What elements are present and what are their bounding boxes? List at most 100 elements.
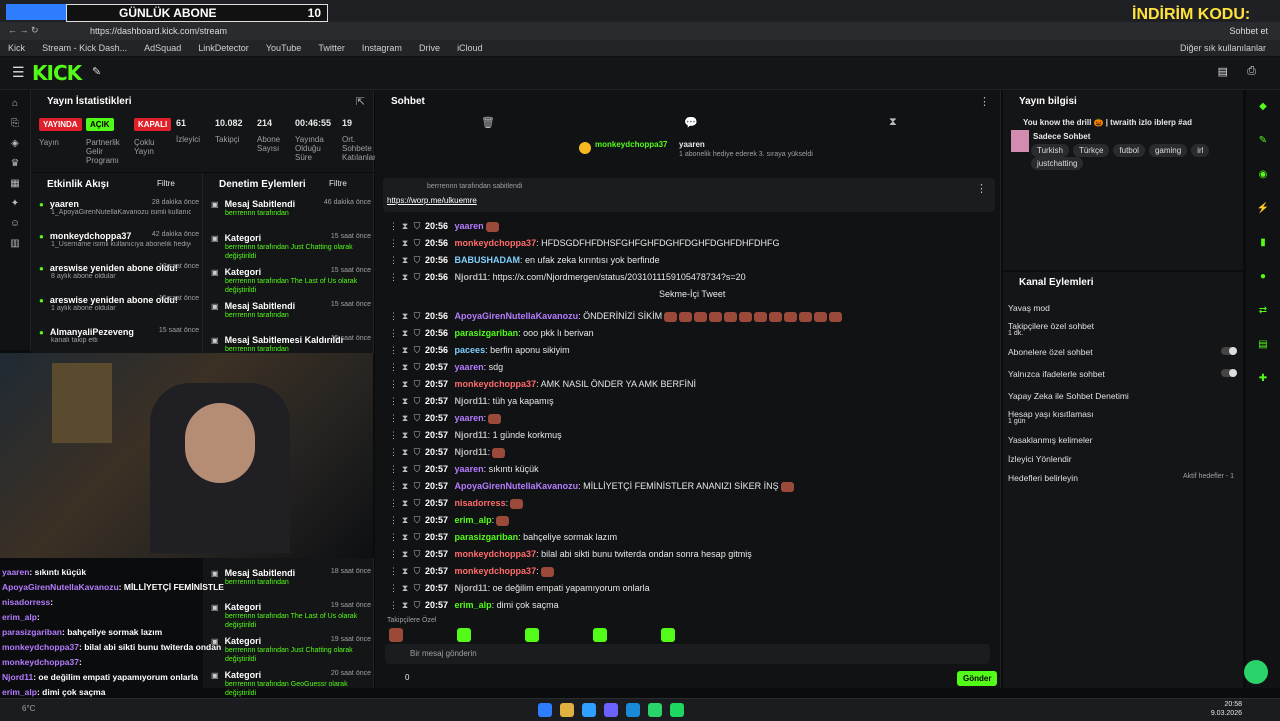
- message-user[interactable]: yaaren: [455, 464, 484, 474]
- chat-message[interactable]: ⋮ ⧗ ⛉ 20:57 yaaren:: [389, 410, 999, 427]
- message-user[interactable]: yaaren: [455, 413, 484, 423]
- pin-action-icon[interactable]: ⋮: [389, 427, 398, 444]
- moderation-filter[interactable]: Filtre: [329, 179, 347, 188]
- pin-action-icon[interactable]: ⋮: [389, 252, 398, 269]
- message-user[interactable]: Njord11: [455, 396, 488, 406]
- chat-message[interactable]: ⋮ ⧗ ⛉ 20:56 monkeydchoppa37: HFDSGDFHFDHSFG…: [389, 235, 999, 252]
- bookmark-linkdetector[interactable]: LinkDetector: [198, 40, 249, 56]
- profile-button[interactable]: Sohbet et: [1229, 26, 1268, 36]
- message-user[interactable]: ApoyaGirenNutellaKavanozu: [455, 311, 579, 321]
- pin-action-icon[interactable]: ⋮: [389, 410, 398, 427]
- rail-r-2-icon[interactable]: ✎: [1246, 124, 1280, 158]
- tag-chip[interactable]: irl: [1191, 144, 1210, 157]
- bookmark-twitter[interactable]: Twitter: [318, 40, 345, 56]
- tag-chip[interactable]: gaming: [1148, 144, 1188, 157]
- chat-more-icon[interactable]: ⋮: [979, 95, 990, 108]
- timeout-icon[interactable]: ⧗: [401, 376, 409, 393]
- timeout-icon[interactable]: ⧗: [401, 235, 409, 252]
- message-user[interactable]: ApoyaGirenNutellaKavanozu: [455, 481, 579, 491]
- pin-action-icon[interactable]: ⋮: [389, 546, 398, 563]
- message-user[interactable]: Njord11: [455, 583, 488, 593]
- timeout-icon[interactable]: ⧗: [401, 444, 409, 461]
- timeout-icon[interactable]: ⧗: [401, 427, 409, 444]
- rail-r-1-icon[interactable]: ◆: [1246, 90, 1280, 124]
- rail-users-icon[interactable]: ☺: [0, 214, 30, 234]
- timeout-icon[interactable]: ⧗: [401, 325, 409, 342]
- pinned-link[interactable]: https://worp.me/ulkuemre: [387, 196, 477, 205]
- chat-message[interactable]: ⋮ ⧗ ⛉ 20:56 yaaren: [389, 218, 999, 235]
- chat-message[interactable]: ⋮ ⧗ ⛉ 20:57 parasizgariban: bahçeliye sorma…: [389, 529, 999, 546]
- bookmark-drive[interactable]: Drive: [419, 40, 440, 56]
- timeout-icon[interactable]: ⧗: [401, 410, 409, 427]
- chat-message[interactable]: ⋮ ⧗ ⛉ 20:57 Njord11:: [389, 444, 999, 461]
- tag-chip[interactable]: futbol: [1113, 144, 1145, 157]
- pin-action-icon[interactable]: ⋮: [389, 512, 398, 529]
- menu-icon[interactable]: ☰: [12, 64, 25, 81]
- pin-action-icon[interactable]: ⋮: [389, 218, 398, 235]
- activity-filter[interactable]: Filtre: [157, 179, 175, 188]
- message-user[interactable]: BABUSHADAM: [455, 255, 521, 265]
- timeout-icon[interactable]: ⧗: [401, 529, 409, 546]
- chat-message[interactable]: ⋮ ⧗ ⛉ 20:56 Njord11: https://x.com/Njordmer…: [389, 269, 999, 286]
- timeout-icon[interactable]: ⧗: [401, 580, 409, 597]
- tools-icon[interactable]: ✎: [92, 65, 101, 78]
- bookmark-adsquad[interactable]: AdSquad: [144, 40, 181, 56]
- chat-message[interactable]: ⋮ ⧗ ⛉ 20:57 monkeydchoppa37: bilal abi sikt…: [389, 546, 999, 563]
- pin-action-icon[interactable]: ⋮: [389, 478, 398, 495]
- bookmark-icloud[interactable]: iCloud: [457, 40, 483, 56]
- rail-r-7-icon[interactable]: ⇄: [1246, 294, 1280, 328]
- pin-action-icon[interactable]: ⋮: [389, 563, 398, 580]
- emote-3[interactable]: [525, 628, 539, 642]
- chat-input[interactable]: Bir mesaj gönderin: [385, 644, 990, 664]
- pin-action-icon[interactable]: ⋮: [389, 359, 398, 376]
- layout-icon[interactable]: ▤: [1218, 65, 1228, 78]
- subs-only[interactable]: Abonelere özel sohbet: [1008, 347, 1238, 357]
- steam-icon[interactable]: [626, 703, 640, 717]
- chat-message[interactable]: ⋮ ⧗ ⛉ 20:56 pacees: berfin aponu sikiyim: [389, 342, 999, 359]
- slow-mode[interactable]: Yavaş mod: [1008, 303, 1238, 313]
- message-user[interactable]: Njord11: [455, 430, 488, 440]
- timeout-icon[interactable]: ⧗: [401, 478, 409, 495]
- pin-action-icon[interactable]: ⋮: [389, 235, 398, 252]
- bookmark-youtube[interactable]: YouTube: [266, 40, 301, 56]
- pin-action-icon[interactable]: ⋮: [389, 495, 398, 512]
- chat-message[interactable]: ⋮ ⧗ ⛉ 20:57 yaaren: sıkıntı küçük: [389, 461, 999, 478]
- timeout-icon[interactable]: ⧗: [401, 359, 409, 376]
- message-user[interactable]: Njord11: [455, 447, 488, 457]
- bookmark-kick[interactable]: Kick: [8, 40, 25, 56]
- message-user[interactable]: monkeydchoppa37: [455, 566, 537, 576]
- timeout-icon[interactable]: ⧗: [401, 252, 409, 269]
- pin-action-icon[interactable]: ⋮: [389, 529, 398, 546]
- pin-action-icon[interactable]: ⋮: [389, 444, 398, 461]
- chat-message[interactable]: ⋮ ⧗ ⛉ 20:56 BABUSHADAM: en ufak zeka kırınt…: [389, 252, 999, 269]
- notifications-icon[interactable]: ⎙: [1247, 65, 1256, 78]
- subs-only-toggle[interactable]: [1221, 347, 1237, 355]
- send-button[interactable]: Gönder: [957, 671, 998, 686]
- rail-r-4-icon[interactable]: ⚡: [1246, 192, 1280, 226]
- emote-4[interactable]: [593, 628, 607, 642]
- rail-shield-icon[interactable]: ◈: [0, 134, 30, 154]
- chat-message[interactable]: ⋮ ⧗ ⛉ 20:57 erim_alp:: [389, 512, 999, 529]
- message-user[interactable]: nisadorress: [455, 498, 506, 508]
- rail-home-icon[interactable]: ⌂: [0, 94, 30, 114]
- pin-action-icon[interactable]: ⋮: [389, 325, 398, 342]
- pin-action-icon[interactable]: ⋮: [389, 461, 398, 478]
- discord-icon[interactable]: [604, 703, 618, 717]
- chat-message[interactable]: ⋮ ⧗ ⛉ 20:57 monkeydchoppa37:: [389, 563, 999, 580]
- redirect-viewers[interactable]: İzleyici Yönlendir: [1008, 454, 1238, 464]
- timeout-icon[interactable]: ⧗: [401, 461, 409, 478]
- pin-action-icon[interactable]: ⋮: [389, 580, 398, 597]
- message-user[interactable]: monkeydchoppa37: [455, 379, 537, 389]
- timeout-icon[interactable]: ⧗: [401, 393, 409, 410]
- timeout-icon[interactable]: ⧗: [401, 342, 409, 359]
- rail-wrench-icon[interactable]: ✦: [0, 194, 30, 214]
- timeout-icon[interactable]: ⧗: [401, 546, 409, 563]
- explorer-icon[interactable]: [560, 703, 574, 717]
- message-user[interactable]: yaaren: [455, 221, 484, 231]
- banned-words[interactable]: Yasaklanmış kelimeler: [1008, 435, 1238, 445]
- edge-icon[interactable]: [582, 703, 596, 717]
- timeout-icon[interactable]: ⧗: [401, 563, 409, 580]
- timeout-icon[interactable]: ⧗: [401, 512, 409, 529]
- message-user[interactable]: parasizgariban: [455, 328, 519, 338]
- pin-action-icon[interactable]: ⋮: [389, 376, 398, 393]
